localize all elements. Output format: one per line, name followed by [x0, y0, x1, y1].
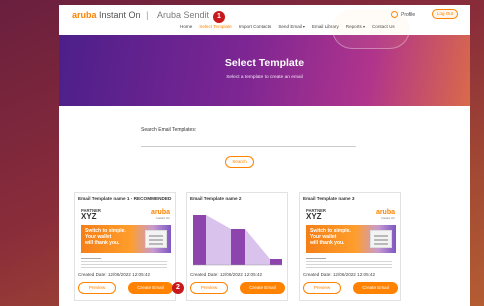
brand-separator: |	[146, 10, 149, 20]
thumbnail-headline: Switch to simple. Your wallet will thank…	[310, 228, 351, 246]
create-email-button[interactable]: Create Email	[353, 282, 398, 294]
template-thumbnail[interactable]	[190, 205, 286, 269]
template-title: Email Template name 2	[190, 196, 242, 201]
preview-button[interactable]: Preview	[303, 282, 341, 294]
thumbnail-headline: Switch to simple. Your wallet will thank…	[85, 228, 126, 246]
search-input[interactable]	[141, 141, 356, 147]
create-email-button[interactable]: Create Email	[128, 282, 173, 294]
app-window: aruba Instant On | Aruba Sendit Profile …	[59, 5, 470, 306]
nav-item-import-contacts[interactable]: Import Contacts	[239, 24, 271, 29]
step-marker-2: 2	[172, 282, 184, 294]
created-date: Created Date: 12/06/2022 12:05:42	[78, 272, 151, 277]
template-title: Email Template name 3	[303, 196, 355, 201]
partner-label: PARTNER XYZ	[81, 208, 101, 221]
template-title: Email Template name 1 - RECOMMENDED	[78, 196, 172, 201]
thumbnail-banner: Switch to simple. Your wallet will thank…	[81, 225, 171, 253]
thumbnail-chart	[193, 215, 282, 266]
preview-button[interactable]: Preview	[78, 282, 116, 294]
search-button[interactable]: Search	[225, 156, 254, 168]
nav-item-home[interactable]: Home	[180, 24, 192, 29]
decorative-pill	[332, 9, 410, 49]
nav-item-select-template[interactable]: Select Template	[199, 24, 232, 29]
create-email-button[interactable]: Create Email	[240, 282, 285, 294]
search-label: Search Email Templates:	[141, 127, 197, 133]
brand-name: aruba	[72, 10, 97, 20]
nav-item-send-email[interactable]: Send Email	[278, 24, 305, 29]
logout-button[interactable]: Log Out	[432, 9, 458, 19]
chart-bar	[193, 215, 206, 265]
aruba-logo: aruba Instant On	[375, 209, 395, 220]
building-icon	[370, 230, 392, 248]
template-thumbnail[interactable]: PARTNER XYZ aruba Instant On Switch to sim…	[303, 205, 399, 269]
step-marker-1: 1	[213, 11, 225, 23]
app-name: Aruba Sendit	[156, 10, 209, 20]
hero-banner: Select Template Select a template to cre…	[59, 9, 470, 106]
aruba-logo: aruba Instant On	[150, 209, 170, 220]
page-title: Select Template	[224, 57, 305, 69]
brand-product: Instant On	[99, 10, 141, 20]
template-card: Email Template name 3 PARTNER XYZ aruba In…	[299, 192, 401, 301]
thumbnail-text-lines	[81, 256, 167, 268]
thumbnail-banner: Switch to simple. Your wallet will thank…	[306, 225, 396, 253]
template-card: Email Template name 2 Created Date: 12/0…	[186, 192, 288, 301]
created-date: Created Date: 12/06/2022 12:05:42	[190, 272, 263, 277]
partner-label: PARTNER XYZ	[306, 208, 326, 221]
template-thumbnail[interactable]: PARTNER XYZ aruba Instant On Switch to sim…	[78, 205, 174, 269]
chart-bar	[270, 259, 282, 265]
page-subtitle: Select a template to create an email	[226, 75, 303, 80]
chart-bar	[231, 229, 245, 265]
thumbnail-text-lines	[306, 256, 392, 268]
building-icon	[145, 230, 167, 248]
brand-logo[interactable]: aruba Instant On | Aruba Sendit	[72, 10, 209, 20]
preview-button[interactable]: Preview	[190, 282, 228, 294]
template-card: Email Template name 1 - RECOMMENDED PART…	[74, 192, 176, 301]
created-date: Created Date: 12/06/2022 12:05:42	[303, 272, 376, 277]
